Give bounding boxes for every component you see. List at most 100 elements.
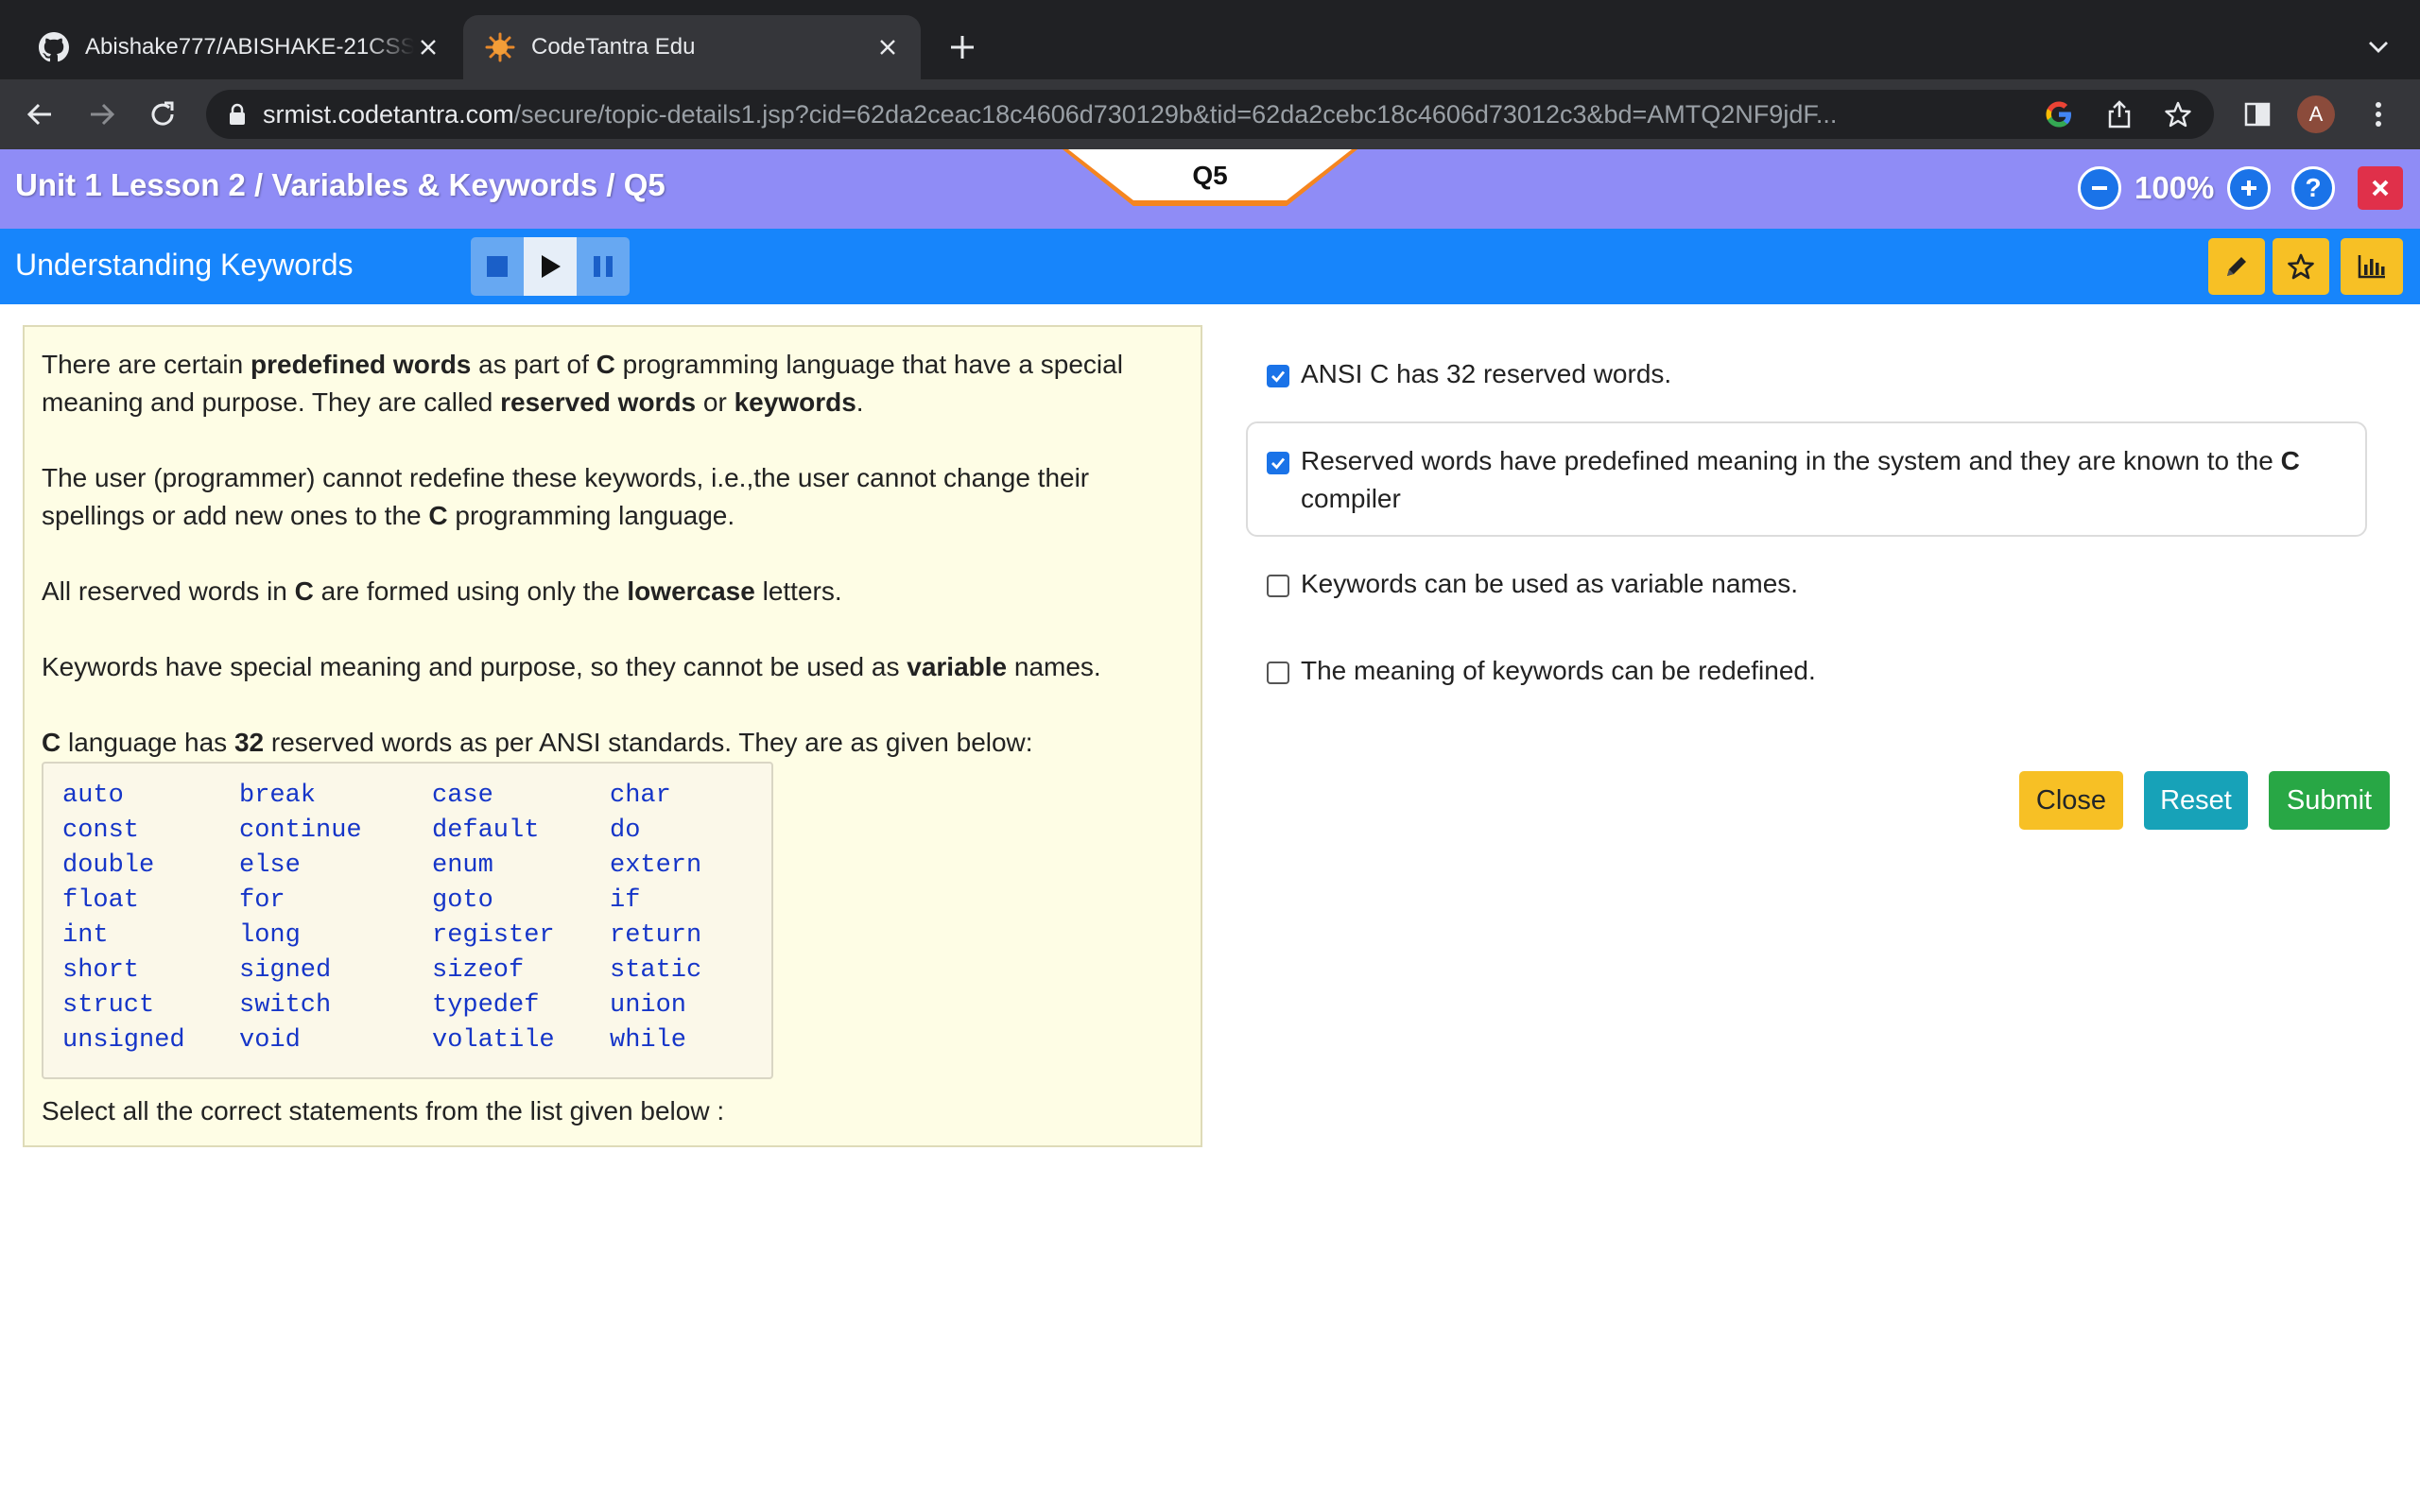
keyword: return: [610, 921, 702, 950]
checkbox-checked[interactable]: [1267, 452, 1289, 474]
keyword: if: [610, 886, 641, 915]
close-button[interactable]: Close: [2019, 771, 2123, 830]
keyword: register: [432, 921, 555, 950]
keyword: double: [62, 851, 155, 880]
forward-arrow-icon[interactable]: [83, 95, 121, 133]
browser-tab-strip: Abishake777/ABISHAKE-21CSS101J CodeTantr…: [0, 0, 2420, 79]
bold-text: reserved words: [500, 387, 697, 417]
keyword: switch: [239, 991, 332, 1020]
option-2[interactable]: Reserved words have predefined meaning i…: [1267, 442, 2354, 518]
close-x-icon[interactable]: [2358, 166, 2403, 210]
keyword: sizeof: [432, 956, 525, 985]
reset-button[interactable]: Reset: [2144, 771, 2248, 830]
text: language has: [60, 728, 234, 757]
play-icon[interactable]: [524, 237, 577, 296]
share-icon[interactable]: [2100, 95, 2138, 133]
bold-text: C: [596, 350, 615, 379]
zoom-level: 100%: [2135, 170, 2215, 205]
bold-text: C: [428, 501, 448, 530]
url-host: srmist.codetantra.com: [263, 99, 514, 129]
question-tab[interactable]: Q5: [1068, 149, 1352, 200]
keyword-row: float for goto if: [62, 884, 771, 919]
bookmark-star-icon[interactable]: [2159, 95, 2197, 133]
keyword: volatile: [432, 1026, 555, 1055]
instruction-text: Select all the correct statements from t…: [42, 1096, 725, 1125]
help-question-icon[interactable]: ?: [2291, 166, 2335, 210]
google-lens-icon[interactable]: [2040, 95, 2078, 133]
tab-title: Abishake777/ABISHAKE-21CSS101J: [85, 34, 414, 60]
more-menu-kebab-icon[interactable]: [2360, 95, 2397, 133]
bold-text: 32: [233, 728, 265, 757]
text: There are certain: [42, 350, 251, 379]
tab-title: CodeTantra Edu: [531, 34, 696, 60]
browser-tab-github[interactable]: Abishake777/ABISHAKE-21CSS101J: [17, 15, 461, 79]
bar-chart-stats-icon[interactable]: [2341, 238, 2403, 295]
question-description-panel: There are certain predefined words as pa…: [23, 325, 1202, 1147]
keyword: goto: [432, 886, 493, 915]
lesson-title: Understanding Keywords: [15, 248, 354, 282]
codetantra-sun-icon: [484, 31, 516, 63]
stop-icon[interactable]: [471, 237, 524, 296]
bold-text: C: [294, 576, 314, 606]
bold-text: C: [2280, 446, 2300, 475]
checkbox-unchecked[interactable]: [1267, 662, 1289, 684]
keyword: char: [610, 782, 671, 810]
text: as part of: [471, 350, 596, 379]
browser-toolbar: srmist.codetantra.com/secure/topic-detai…: [0, 79, 2420, 149]
new-tab-plus-icon[interactable]: [943, 28, 981, 66]
question-tab-label: Q5: [1192, 161, 1228, 190]
keyword: long: [239, 921, 301, 950]
keyword: case: [432, 782, 493, 810]
reload-icon[interactable]: [144, 95, 182, 133]
github-icon: [38, 31, 70, 63]
keyword: else: [239, 851, 301, 880]
keyword: enum: [432, 851, 493, 880]
keyword: extern: [610, 851, 702, 880]
keyword: static: [610, 956, 702, 985]
close-tab-icon[interactable]: [873, 33, 902, 61]
checkbox-checked[interactable]: [1267, 365, 1289, 387]
url-path: /secure/topic-details1.jsp?cid=62da2ceac…: [513, 99, 1838, 129]
keyword: continue: [239, 816, 362, 845]
text: letters.: [754, 576, 842, 606]
keyword: union: [610, 991, 687, 1020]
keyword: short: [62, 956, 140, 985]
keyword: int: [62, 921, 109, 950]
browser-tab-codetantra[interactable]: CodeTantra Edu: [463, 15, 921, 79]
keyword: unsigned: [62, 1026, 185, 1055]
bold-text: keywords: [734, 387, 856, 417]
text: Reserved words have predefined meaning i…: [1301, 446, 2281, 475]
option-text: Reserved words have predefined meaning i…: [1267, 442, 2354, 518]
option-1[interactable]: ANSI C has 32 reserved words.: [1267, 355, 2363, 393]
bold-text: predefined words: [251, 350, 472, 379]
bold-text: lowercase: [627, 576, 755, 606]
address-bar[interactable]: srmist.codetantra.com/secure/topic-detai…: [206, 90, 2214, 139]
paragraph-redefine: The user (programmer) cannot redefine th…: [42, 459, 1184, 535]
submit-button[interactable]: Submit: [2269, 771, 2390, 830]
side-panel-icon[interactable]: [2238, 95, 2276, 133]
bold-text: variable: [907, 652, 1008, 681]
keyword: do: [610, 816, 641, 845]
lock-icon[interactable]: [225, 100, 250, 129]
keyword: typedef: [432, 991, 540, 1020]
keyword-row: int long register return: [62, 919, 771, 954]
pencil-edit-icon[interactable]: [2208, 238, 2265, 295]
text: programming language.: [447, 501, 735, 530]
url-text[interactable]: srmist.codetantra.com/secure/topic-detai…: [263, 100, 2031, 129]
paragraph-variable: Keywords have special meaning and purpos…: [42, 648, 1184, 686]
checkbox-unchecked[interactable]: [1267, 575, 1289, 597]
option-3[interactable]: Keywords can be used as variable names.: [1267, 565, 2363, 603]
zoom-in-plus-icon[interactable]: [2227, 166, 2271, 210]
profile-avatar[interactable]: A: [2297, 95, 2335, 133]
star-favorite-icon[interactable]: [2273, 238, 2329, 295]
pause-icon[interactable]: [577, 237, 630, 296]
keyword: auto: [62, 782, 124, 810]
close-tab-icon[interactable]: [414, 33, 442, 61]
text: Keywords have special meaning and purpos…: [42, 652, 908, 681]
keyword-row: struct switch typedef union: [62, 988, 771, 1023]
back-arrow-icon[interactable]: [21, 95, 59, 133]
text: names.: [1007, 652, 1101, 681]
zoom-out-minus-icon[interactable]: [2078, 166, 2121, 210]
tab-search-chevron-down-icon[interactable]: [2360, 28, 2397, 66]
option-4[interactable]: The meaning of keywords can be redefined…: [1267, 652, 2363, 690]
